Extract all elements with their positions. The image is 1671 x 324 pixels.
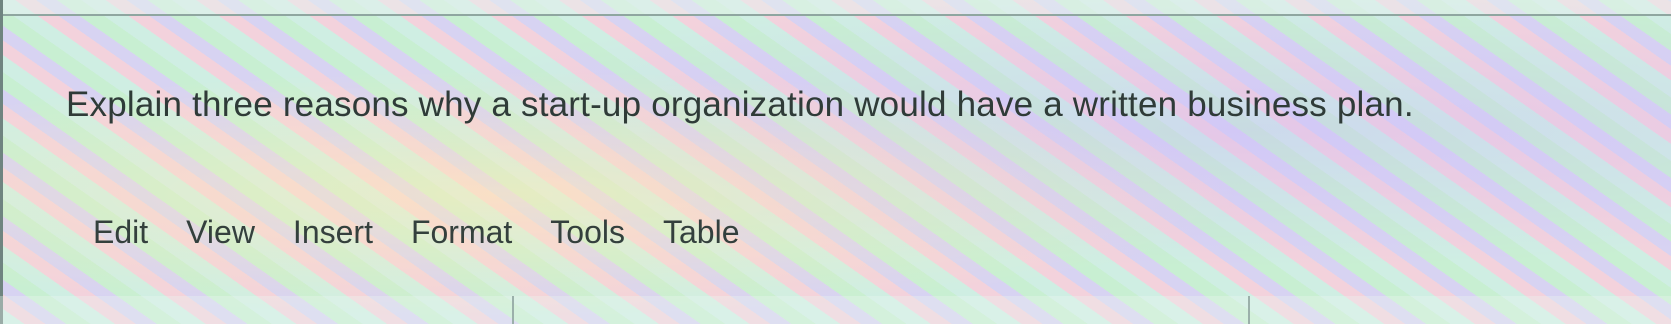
- editor-menubar: Edit View Insert Format Tools Table: [93, 214, 778, 251]
- left-border: [0, 0, 3, 324]
- menu-edit[interactable]: Edit: [93, 214, 148, 251]
- toolbar-separator: [512, 296, 514, 324]
- menu-insert[interactable]: Insert: [293, 214, 373, 251]
- menu-tools[interactable]: Tools: [550, 214, 625, 251]
- editor-toolbar: [0, 296, 1671, 324]
- toolbar-separator: [1248, 296, 1250, 324]
- menu-view[interactable]: View: [186, 214, 255, 251]
- top-divider: [0, 0, 1671, 16]
- menu-table[interactable]: Table: [663, 214, 740, 251]
- menu-format[interactable]: Format: [411, 214, 512, 251]
- question-text: Explain three reasons why a start-up org…: [66, 85, 1414, 124]
